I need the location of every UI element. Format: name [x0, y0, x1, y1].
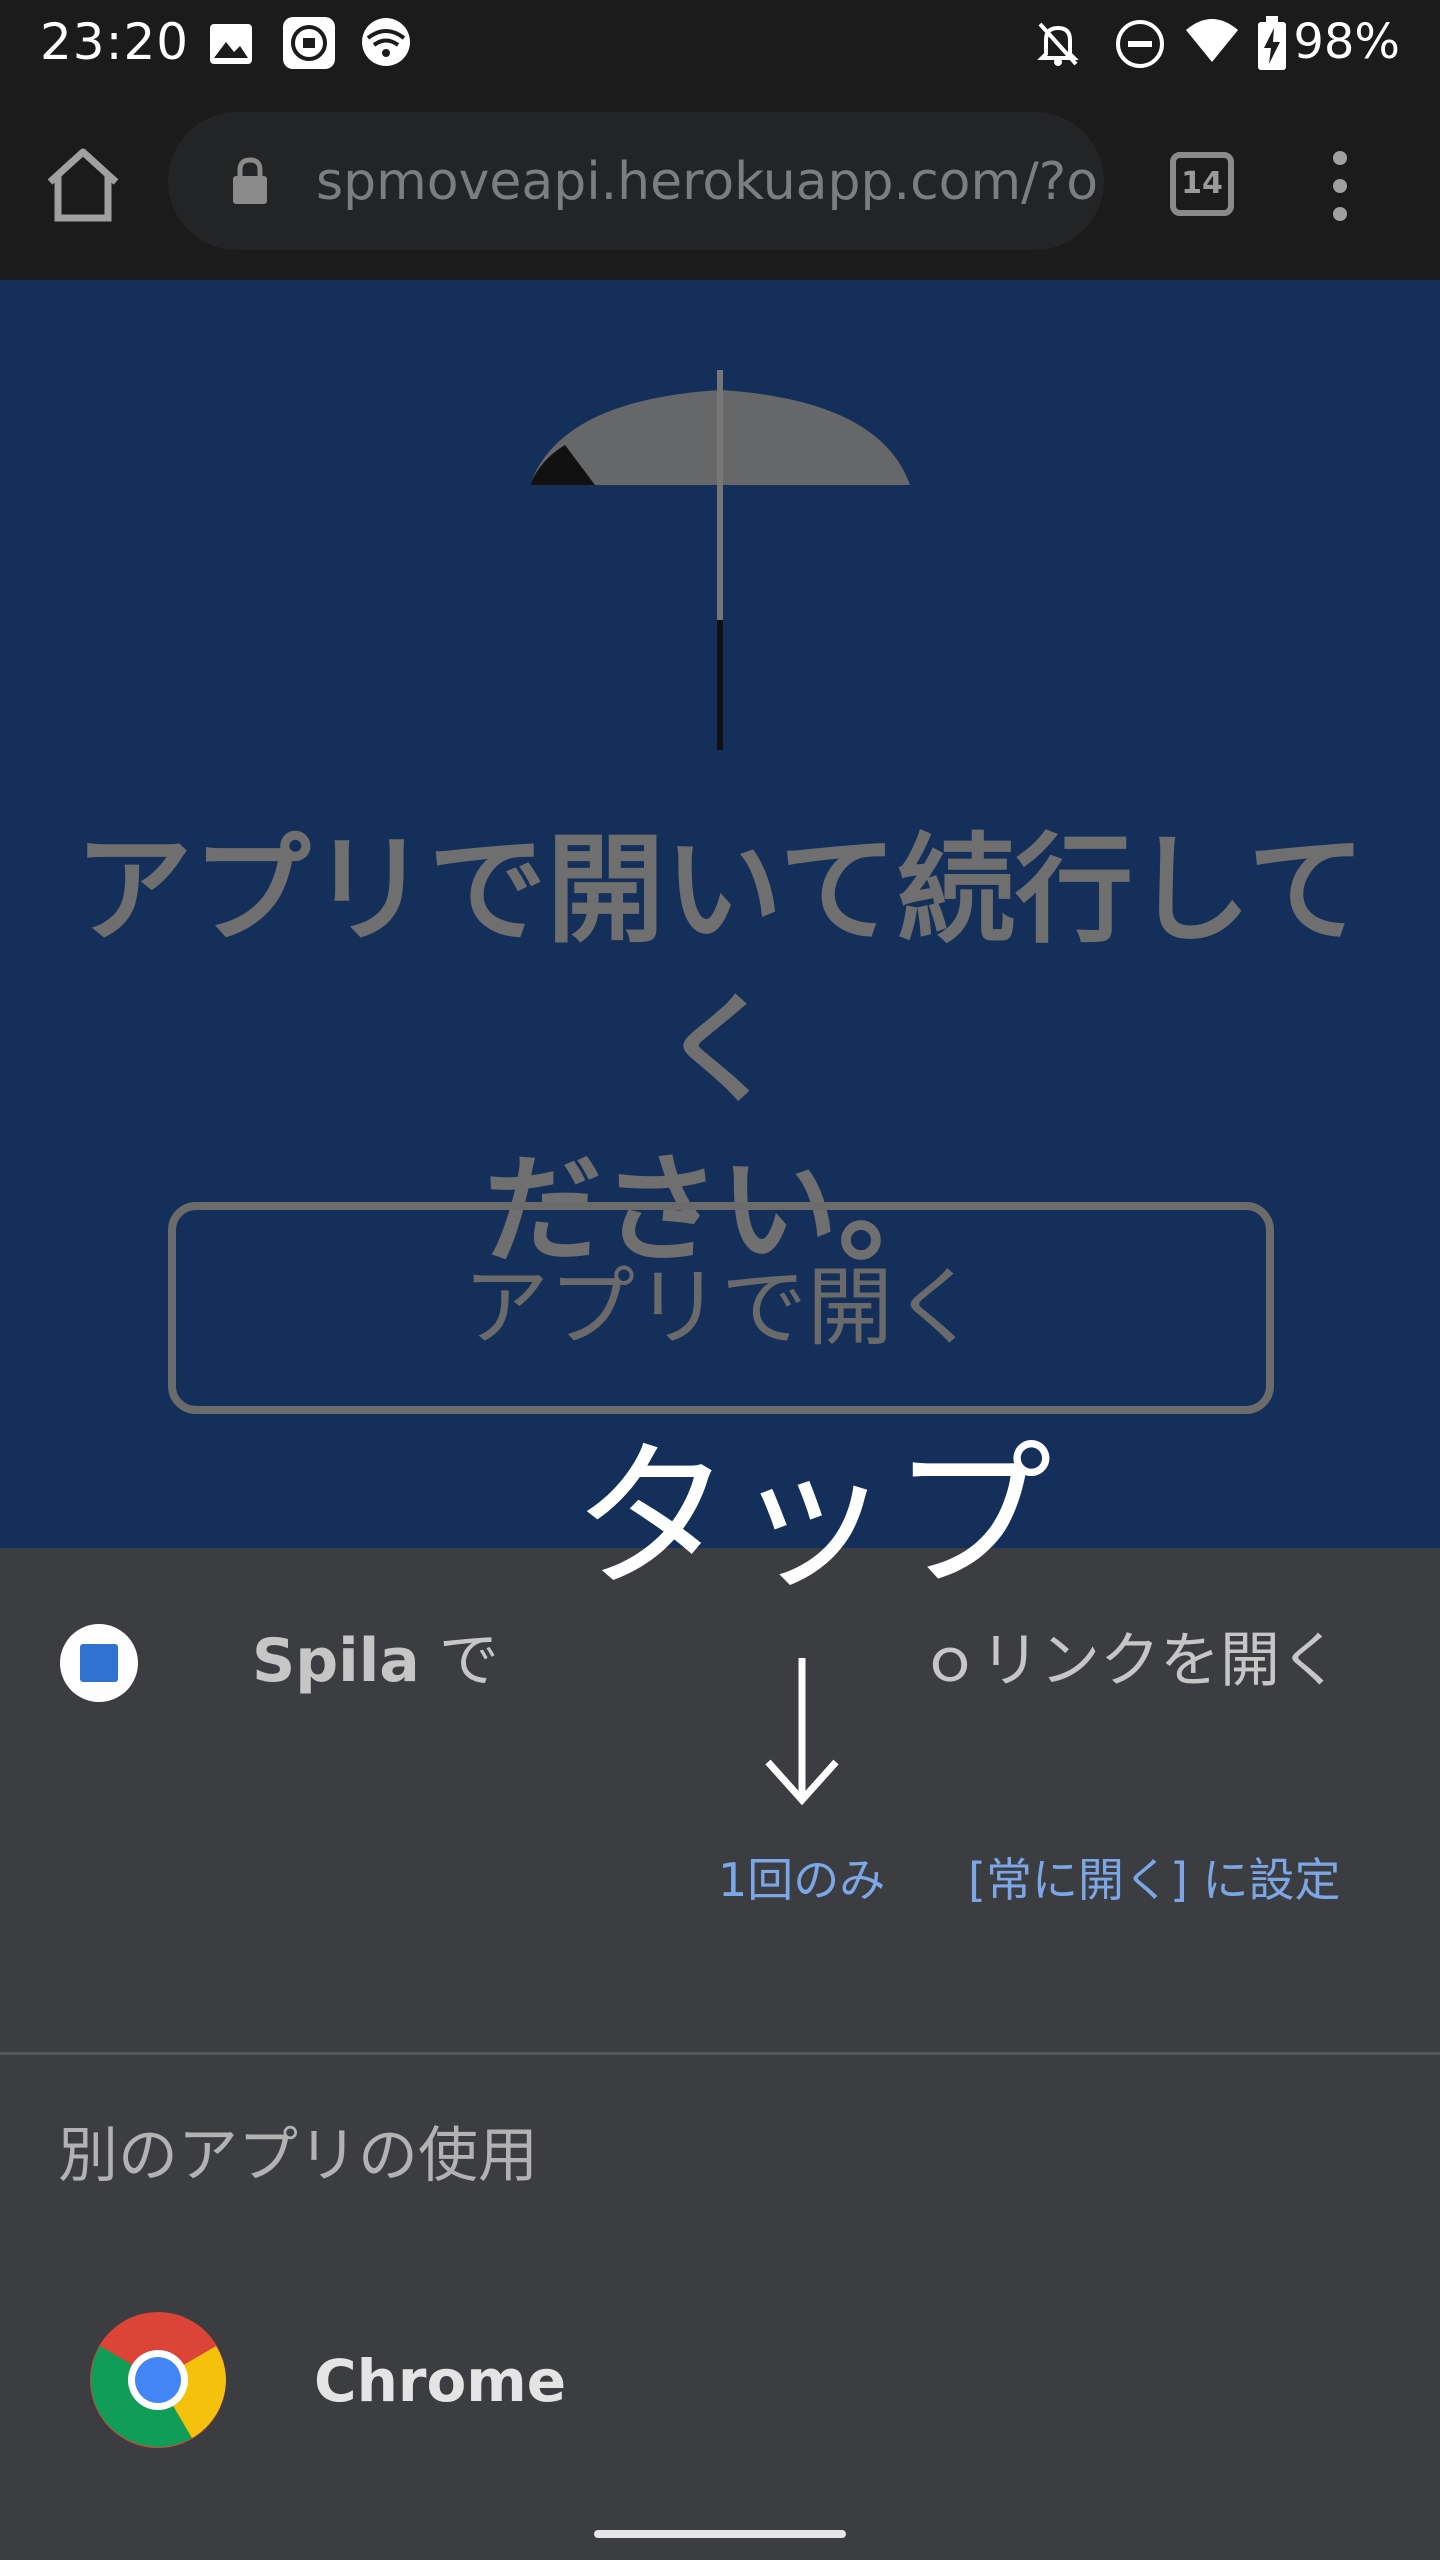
- spila-app-icon: [60, 1624, 138, 1702]
- tap-annotation: タップ: [572, 1424, 1053, 1611]
- battery-charging-icon: [1258, 16, 1286, 70]
- notifications-off-icon: [1037, 22, 1079, 66]
- gallery-icon: [210, 24, 252, 64]
- more-vert-icon[interactable]: [1318, 146, 1362, 226]
- open-with-prefix: で: [419, 1626, 499, 1696]
- chrome-app-label[interactable]: Chrome: [314, 2346, 566, 2416]
- always-button[interactable]: [常に開く] に設定: [968, 1850, 1341, 1910]
- wifi-icon: [1186, 19, 1238, 62]
- open-with-title: Spila で: [252, 1626, 499, 1696]
- battery-percentage: 98%: [1293, 14, 1400, 70]
- status-time: 23:20: [40, 13, 190, 71]
- app-name: Spila: [252, 1626, 420, 1696]
- open-in-app-button[interactable]: アプリで開く: [168, 1202, 1274, 1414]
- chrome-icon[interactable]: [88, 2310, 228, 2450]
- other-apps-label: 別のアプリの使用: [58, 2121, 538, 2191]
- url-bar[interactable]: spmoveapi.herokuapp.com/?o: [168, 112, 1104, 250]
- gesture-nav-handle[interactable]: [594, 2530, 846, 2538]
- status-bar: 23:20 98%: [0, 0, 1440, 84]
- mi-icon: [283, 17, 335, 69]
- tab-switcher-button[interactable]: 14: [1170, 152, 1234, 216]
- lock-icon: [233, 157, 267, 204]
- url-text: spmoveapi.herokuapp.com/?o: [316, 152, 1096, 212]
- down-arrow-icon: [765, 1658, 839, 1806]
- divider: [0, 2052, 1440, 2055]
- wifi-icon: [362, 18, 410, 66]
- browser-toolbar: spmoveapi.herokuapp.com/?o 14: [0, 84, 1440, 280]
- open-with-title-tail: ｏリンクを開く: [920, 1626, 1340, 1696]
- heading-line-1: アプリで開いて続行してく: [74, 821, 1366, 1119]
- do-not-disturb-icon: [1116, 20, 1164, 68]
- just-once-button[interactable]: 1回のみ: [718, 1850, 885, 1910]
- home-icon[interactable]: [40, 142, 126, 228]
- web-page: アプリで開いて続行してく ださい。 アプリで開く: [0, 280, 1440, 1548]
- open-with-sheet: Spila で ｏリンクを開く 1回のみ [常に開く] に設定 別のアプリの使用…: [0, 1548, 1440, 2560]
